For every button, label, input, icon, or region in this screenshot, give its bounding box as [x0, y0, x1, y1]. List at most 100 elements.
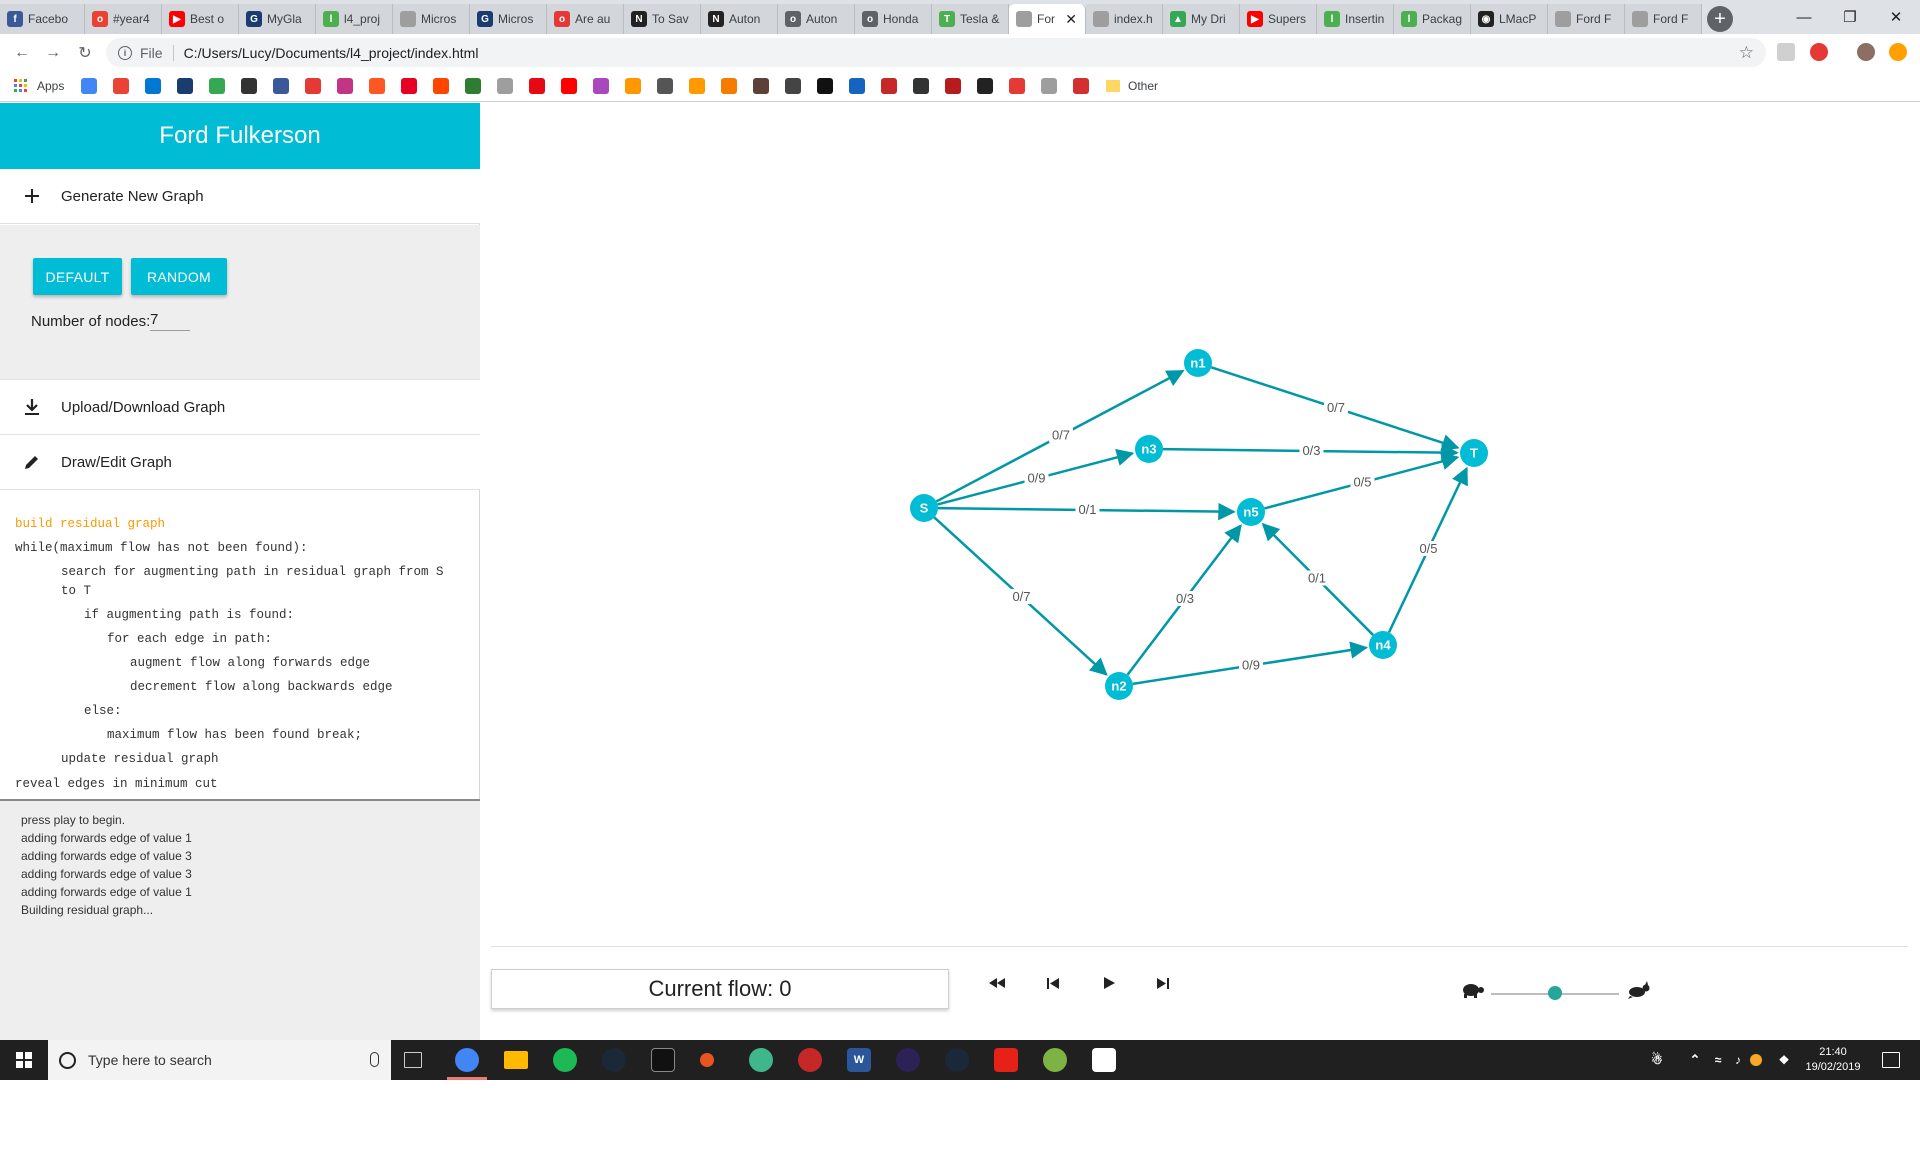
photos-icon[interactable]: [1092, 1048, 1116, 1072]
word-icon[interactable]: W: [847, 1048, 871, 1072]
browser-tab[interactable]: o Honda: [855, 4, 932, 34]
browser-tab[interactable]: o Auton: [778, 4, 855, 34]
steam-icon-2[interactable]: [945, 1048, 969, 1072]
bookmark-favicon-icon[interactable]: [753, 78, 769, 94]
acrobat-icon[interactable]: [994, 1048, 1018, 1072]
apps-grid-icon[interactable]: [13, 78, 29, 94]
browser-tab[interactable]: G Micros: [470, 4, 547, 34]
windows-start-icon[interactable]: [0, 1040, 48, 1080]
browser-tab[interactable]: o #year4: [85, 4, 162, 34]
bookmark-favicon-icon[interactable]: [81, 78, 97, 94]
browser-tab[interactable]: For ✕: [1009, 4, 1086, 34]
upload-download-graph-row[interactable]: Upload/Download Graph: [0, 380, 480, 435]
browser-tab[interactable]: N Auton: [701, 4, 778, 34]
restore-window-button[interactable]: ❐: [1830, 4, 1870, 30]
taskbar-search-box[interactable]: Type here to search: [48, 1040, 391, 1080]
browser-tab[interactable]: l Insertin: [1317, 4, 1394, 34]
eclipse-icon[interactable]: [896, 1048, 920, 1072]
rewind-icon[interactable]: [986, 972, 1008, 994]
play-icon[interactable]: [1098, 972, 1120, 994]
notifications-icon[interactable]: [1882, 1052, 1900, 1068]
step-forward-icon[interactable]: [1152, 972, 1174, 994]
number-of-nodes-input[interactable]: [150, 309, 190, 331]
browser-tab[interactable]: f Facebo: [0, 4, 85, 34]
speed-slider-thumb[interactable]: [1548, 986, 1562, 1000]
browser-tab[interactable]: T Tesla &: [932, 4, 1009, 34]
bookmark-favicon-icon[interactable]: [561, 78, 577, 94]
other-bookmarks[interactable]: Other: [1128, 79, 1158, 93]
bookmark-favicon-icon[interactable]: [177, 78, 193, 94]
browser-tab[interactable]: o Are au: [547, 4, 624, 34]
browser-tab[interactable]: l l4_proj: [316, 4, 393, 34]
bookmark-favicon-icon[interactable]: [401, 78, 417, 94]
bookmark-favicon-icon[interactable]: [785, 78, 801, 94]
bookmark-favicon-icon[interactable]: [881, 78, 897, 94]
bookmark-favicon-icon[interactable]: [945, 78, 961, 94]
tray-app-icon[interactable]: [1750, 1054, 1762, 1066]
bookmark-favicon-icon[interactable]: [689, 78, 705, 94]
bookmark-favicon-icon[interactable]: [529, 78, 545, 94]
bookmark-favicon-icon[interactable]: [1073, 78, 1089, 94]
bookmark-favicon-icon[interactable]: [657, 78, 673, 94]
browser-tab[interactable]: l Packag: [1394, 4, 1471, 34]
graph-svg[interactable]: 0/7 0/9 0/1 0/7 0/7 0/3 0/5 0/3 0/1 0/9 0/5 Sn1 n2 n…: [481, 103, 1920, 948]
bookmark-favicon-icon[interactable]: [241, 78, 257, 94]
apps-bookmark[interactable]: Apps: [37, 79, 64, 93]
bookmark-favicon-icon[interactable]: [369, 78, 385, 94]
file-explorer-icon[interactable]: [504, 1051, 528, 1069]
info-icon[interactable]: i: [118, 45, 132, 60]
bookmark-favicon-icon[interactable]: [913, 78, 929, 94]
random-button[interactable]: RANDOM: [131, 258, 227, 295]
chrome-taskbar-icon[interactable]: [455, 1048, 479, 1072]
bookmark-favicon-icon[interactable]: [305, 78, 321, 94]
microphone-icon[interactable]: [370, 1052, 379, 1067]
minimize-window-button[interactable]: —: [1784, 4, 1824, 30]
profile-avatar[interactable]: [1857, 43, 1875, 61]
paint-icon[interactable]: [1043, 1048, 1067, 1072]
spotify-icon[interactable]: [553, 1048, 577, 1072]
browser-tab[interactable]: Ford F: [1625, 4, 1702, 34]
taskbar-clock[interactable]: 21:40 19/02/2019: [1798, 1045, 1868, 1075]
bookmark-favicon-icon[interactable]: [433, 78, 449, 94]
people-icon[interactable]: ☃: [1645, 1048, 1669, 1072]
browser-tab[interactable]: ◉ LMacP: [1471, 4, 1548, 34]
browser-tab[interactable]: G MyGla: [239, 4, 316, 34]
bookmark-favicon-icon[interactable]: [817, 78, 833, 94]
adblock-icon[interactable]: [1810, 43, 1828, 61]
address-bar[interactable]: i File C:/Users/Lucy/Documents/l4_projec…: [106, 38, 1766, 67]
tab-close-icon[interactable]: ✕: [1065, 11, 1077, 28]
browser-tab[interactable]: ▶ Supers: [1240, 4, 1317, 34]
browser-tab[interactable]: Ford F: [1548, 4, 1625, 34]
steam-icon[interactable]: [602, 1048, 626, 1072]
bookmark-favicon-icon[interactable]: [849, 78, 865, 94]
bookmark-favicon-icon[interactable]: [145, 78, 161, 94]
bookmark-favicon-icon[interactable]: [465, 78, 481, 94]
reload-icon[interactable]: ↻: [74, 42, 96, 64]
ubuntu-icon[interactable]: [700, 1053, 714, 1067]
volume-icon[interactable]: ♪: [1726, 1048, 1750, 1072]
browser-tab[interactable]: N To Sav: [624, 4, 701, 34]
bookmark-favicon-icon[interactable]: [273, 78, 289, 94]
bookmark-favicon-icon[interactable]: [1041, 78, 1057, 94]
browser-tab[interactable]: index.h: [1086, 4, 1163, 34]
draw-edit-graph-row[interactable]: Draw/Edit Graph: [0, 435, 480, 490]
bookmark-favicon-icon[interactable]: [113, 78, 129, 94]
bookmark-favicon-icon[interactable]: [209, 78, 225, 94]
bookmark-favicon-icon[interactable]: [1009, 78, 1025, 94]
browser-tab[interactable]: Micros: [393, 4, 470, 34]
tray-chevron-icon[interactable]: ⌃: [1683, 1048, 1707, 1072]
task-view-icon[interactable]: [404, 1052, 422, 1068]
bookmark-favicon-icon[interactable]: [497, 78, 513, 94]
dropbox-icon[interactable]: ❖: [1772, 1048, 1796, 1072]
game-icon[interactable]: [798, 1048, 822, 1072]
bookmark-star-icon[interactable]: ☆: [1739, 43, 1754, 63]
bookmark-favicon-icon[interactable]: [593, 78, 609, 94]
forward-arrow-icon[interactable]: →: [42, 42, 64, 64]
chrome-update-icon[interactable]: [1889, 43, 1907, 61]
graph-canvas[interactable]: 0/7 0/9 0/1 0/7 0/7 0/3 0/5 0/3 0/1 0/9 0/5 Sn1 n2 n…: [481, 103, 1920, 948]
browser-tab[interactable]: ▶ Best o: [162, 4, 239, 34]
atom-icon[interactable]: [749, 1048, 773, 1072]
new-tab-button[interactable]: +: [1707, 6, 1733, 32]
bookmark-favicon-icon[interactable]: [625, 78, 641, 94]
extension-icon[interactable]: [1777, 43, 1795, 61]
